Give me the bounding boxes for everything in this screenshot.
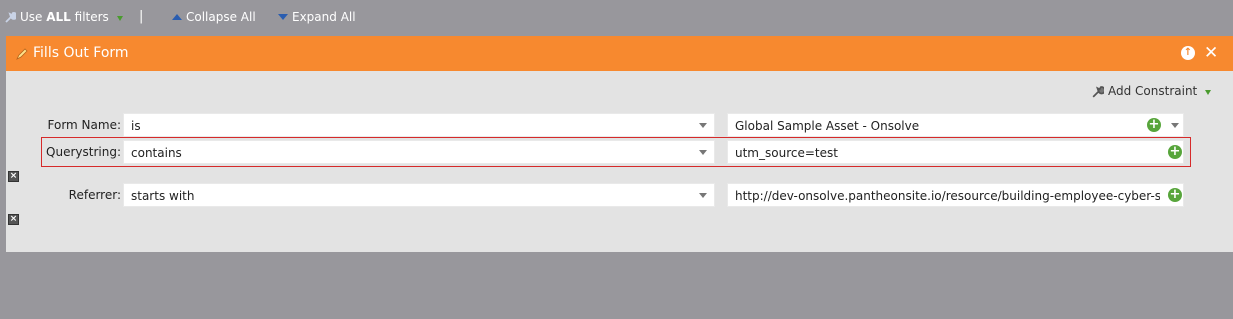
filter-toolbar: Use ALL filters | Collapse All Expand Al… (0, 0, 1233, 34)
dropdown-caret-icon (116, 15, 123, 21)
value-text: http://dev-onsolve.pantheonsite.io/resou… (735, 189, 1160, 203)
toolbar-separator: | (139, 9, 144, 24)
value-select[interactable]: Global Sample Asset - Onsolve + (727, 113, 1184, 137)
chevron-down-icon (699, 193, 707, 198)
value-input[interactable]: http://dev-onsolve.pantheonsite.io/resou… (727, 183, 1184, 207)
row-label: Referrer: (68, 188, 121, 202)
highlight-box (41, 137, 1191, 167)
row-label: Form Name: (47, 118, 122, 132)
value-text: Global Sample Asset - Onsolve (735, 119, 920, 133)
plus-icon[interactable]: + (1147, 118, 1161, 132)
constraint-row: Form Name: is Global Sample Asset - Onso… (6, 113, 1233, 137)
operator-select[interactable]: is (123, 113, 715, 137)
chevron-down-icon (699, 123, 707, 128)
panel-title: Fills Out Form (33, 45, 129, 61)
collapse-all-button[interactable]: Collapse All (172, 10, 256, 24)
pencil-icon (16, 48, 28, 60)
operator-value: is (131, 119, 141, 133)
wrench-icon (5, 12, 16, 23)
operator-value: starts with (131, 189, 195, 203)
collapse-all-label: Collapse All (186, 10, 256, 24)
expand-all-label: Expand All (292, 10, 356, 24)
plus-icon[interactable]: + (1168, 188, 1182, 202)
filter-panel: Fills Out Form ↑ ✕ Add Constraint Form N… (6, 36, 1233, 252)
wrench-icon (1092, 85, 1104, 98)
chevron-down-icon[interactable] (1171, 123, 1179, 128)
use-filters-label: Use ALL filters (20, 10, 109, 24)
remove-icon[interactable]: × (8, 214, 19, 225)
move-up-icon[interactable]: ↑ (1181, 46, 1195, 60)
add-constraint-label: Add Constraint (1108, 84, 1198, 98)
chevron-down-icon (278, 14, 288, 20)
constraint-row: Referrer: starts with http://dev-onsolve… (6, 183, 1233, 207)
chevron-up-icon (172, 14, 182, 20)
close-icon[interactable]: ✕ (1204, 43, 1218, 63)
panel-header: Fills Out Form ↑ ✕ (6, 36, 1233, 71)
operator-select[interactable]: starts with (123, 183, 715, 207)
use-filters-dropdown[interactable]: Use ALL filters (4, 10, 123, 24)
remove-icon[interactable]: × (8, 171, 19, 182)
expand-all-button[interactable]: Expand All (278, 10, 356, 24)
add-constraint-button[interactable]: Add Constraint (1091, 84, 1212, 98)
dropdown-caret-icon (1205, 89, 1212, 95)
